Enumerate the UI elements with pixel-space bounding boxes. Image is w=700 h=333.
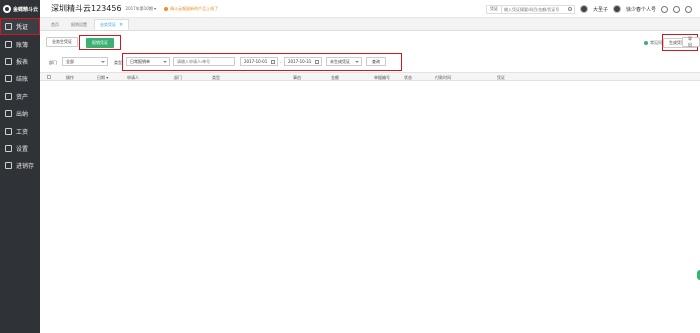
report-icon — [5, 57, 12, 65]
voucher-icon — [5, 23, 12, 31]
help-icon[interactable] — [661, 5, 668, 13]
col-applicant: 申请人 — [127, 75, 139, 80]
search-icon[interactable] — [567, 7, 572, 11]
chevron-down-icon — [101, 61, 105, 63]
select-all-checkbox[interactable] — [47, 75, 51, 79]
personal-avatar[interactable] — [612, 5, 621, 13]
status-select[interactable]: 未生成凭证 — [326, 57, 362, 66]
ledger-icon — [5, 40, 12, 48]
business-voucher-button[interactable]: 业务生凭证 — [46, 37, 78, 47]
sidebar-item-report[interactable]: 报表 — [0, 53, 40, 70]
close-account-icon — [5, 75, 12, 83]
col-voucher: 凭证 — [497, 75, 505, 80]
close-icon[interactable]: × — [119, 22, 123, 28]
chevron-down-icon — [355, 61, 359, 63]
reimburse-highlight: 报销凭证 — [79, 35, 121, 50]
sidebar-item-settings[interactable]: 设置 — [0, 140, 40, 157]
calendar-icon — [271, 60, 275, 64]
sidebar-item-label: 进销存 — [16, 163, 35, 171]
export-button[interactable]: 导出 — [682, 36, 700, 47]
col-reason: 事由 — [293, 75, 301, 80]
bulb-icon — [164, 6, 169, 11]
date-from-input[interactable]: 2017-10-01 — [240, 57, 278, 66]
col-date[interactable]: 日期 ▾ — [97, 75, 108, 81]
sidebar-item-cashier[interactable]: 出纳 — [0, 105, 40, 122]
date-to-input[interactable]: 2017-10-31 — [284, 57, 322, 66]
filter-bar: 部门 全部 类型 日常报销单 2017-10-01 - 2017-10-31 未… — [40, 53, 700, 71]
sidebar-item-close-account[interactable]: 结账 — [0, 70, 40, 87]
sidebar-item-label: 结账 — [16, 76, 29, 84]
tab-business-voucher[interactable]: 业务凭证 × — [94, 19, 130, 30]
type-select[interactable]: 日常报销单 — [126, 57, 170, 66]
sidebar-item-label: 账簿 — [16, 41, 29, 49]
table-header: 操作 日期 ▾ 申请人 部门 类型 事由 金额 单据编号 状态 付款时间 凭证 — [40, 72, 700, 81]
type-label: 类型 — [114, 60, 122, 65]
col-type: 类型 — [212, 75, 220, 80]
col-dept: 部门 — [174, 75, 182, 80]
tab-label: 首页 — [51, 21, 59, 27]
notice-link[interactable]: 精斗云報展新的产品上线了 — [164, 6, 218, 12]
page-tabs: 首页 报销设置 业务凭证 × — [40, 18, 700, 31]
sidebar-item-label: 出纳 — [16, 111, 29, 119]
reimburse-voucher-button[interactable]: 报销凭证 — [86, 37, 114, 48]
sidebar-item-label: 资产 — [16, 93, 29, 101]
status-value: 未生成凭证 — [330, 58, 350, 64]
search-input[interactable] — [501, 5, 568, 13]
date-from-value: 2017-10-01 — [244, 59, 268, 64]
app-window: 金蝶精斗云 凭证 账簿 报表 结账 资产 出纳 工资 设置 进销存 深圳精斗云1… — [0, 0, 700, 333]
personal-center-link[interactable]: 徐少春个人号 — [626, 6, 656, 13]
user-name[interactable]: 大圣子 — [593, 6, 608, 13]
sidebar-item-asset[interactable]: 资产 — [0, 88, 40, 105]
company-name[interactable]: 深圳精斗云123456 — [51, 3, 122, 14]
question-icon — [644, 41, 648, 45]
app-logo[interactable]: 金蝶精斗云 — [0, 0, 40, 18]
top-bar: 深圳精斗云123456 2017年第10期 ▾ 精斗云報展新的产品上线了 凭证 … — [40, 0, 700, 18]
cashier-icon — [5, 110, 12, 118]
sidebar-item-label: 凭证 — [16, 24, 29, 32]
global-search: 凭证 — [485, 4, 575, 14]
applicant-input[interactable] — [173, 57, 235, 66]
dept-value: 全部 — [66, 58, 74, 64]
date-to-value: 2017-10-31 — [288, 59, 312, 64]
sidebar-item-ledger[interactable]: 账簿 — [0, 35, 40, 52]
col-payment-time: 付款时间 — [435, 75, 451, 80]
tab-reimburse-settings[interactable]: 报销设置 — [66, 19, 92, 30]
voucher-table: 操作 日期 ▾ 申请人 部门 类型 事由 金额 单据编号 状态 付款时间 凭证 — [40, 72, 700, 333]
col-status: 状态 — [404, 75, 412, 80]
chevron-down-icon — [163, 61, 167, 63]
power-icon[interactable] — [673, 5, 680, 13]
logo-icon — [3, 5, 11, 13]
salary-icon — [5, 127, 12, 135]
date-separator: - — [280, 60, 282, 65]
col-operation: 操作 — [66, 75, 74, 80]
sidebar-item-label: 报表 — [16, 58, 29, 66]
search-type-select[interactable]: 凭证 — [487, 5, 502, 13]
top-right-area: 凭证 大圣子 徐少春个人号 — [485, 0, 692, 18]
sidebar-item-label: 工资 — [16, 128, 29, 136]
period-selector[interactable]: 2017年第10期 ▾ — [126, 6, 157, 12]
sidebar-item-label: 设置 — [16, 145, 29, 153]
sidebar-item-salary[interactable]: 工资 — [0, 122, 40, 139]
user-avatar[interactable] — [579, 5, 588, 13]
col-doc-number: 单据编号 — [374, 75, 390, 80]
gear-icon — [5, 144, 12, 152]
asset-icon — [5, 92, 12, 100]
col-amount: 金额 — [331, 75, 339, 80]
tab-home[interactable]: 首页 — [46, 19, 64, 30]
action-bar: 业务生凭证 报销凭证 常见问题 生成凭证 导出 — [40, 31, 700, 53]
sidebar-item-inventory[interactable]: 进销存 — [0, 157, 40, 174]
settings-icon[interactable] — [685, 5, 692, 13]
logo-text: 金蝶精斗云 — [13, 6, 39, 13]
notice-text: 精斗云報展新的产品上线了 — [170, 5, 219, 11]
query-button[interactable]: 查询 — [366, 57, 386, 66]
calendar-icon — [315, 60, 319, 64]
sidebar-item-voucher[interactable]: 凭证 — [0, 18, 40, 36]
inventory-icon — [5, 162, 12, 170]
type-value: 日常报销单 — [130, 58, 150, 64]
sidebar: 金蝶精斗云 凭证 账簿 报表 结账 资产 出纳 工资 设置 进销存 — [0, 0, 40, 333]
dept-select[interactable]: 全部 — [62, 57, 108, 66]
tab-label: 报销设置 — [71, 21, 87, 27]
dept-label: 部门 — [49, 60, 57, 65]
tab-label: 业务凭证 — [100, 21, 116, 27]
